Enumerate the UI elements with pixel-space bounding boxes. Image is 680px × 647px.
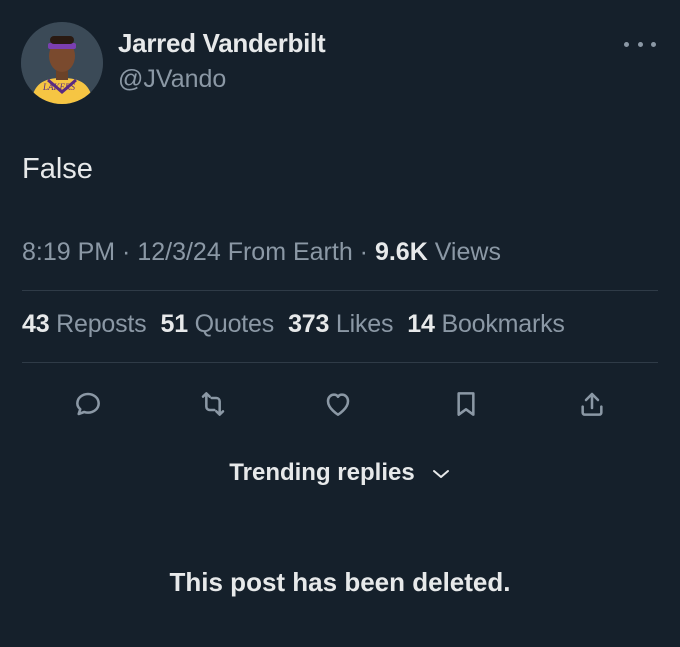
reposts-count: 43	[22, 310, 50, 338]
deleted-notice: This post has been deleted.	[169, 567, 511, 597]
post-date[interactable]: 12/3/24	[137, 238, 220, 266]
like-icon	[326, 393, 350, 416]
bookmark-button[interactable]	[446, 384, 486, 424]
bookmarks-stat[interactable]: 14 Bookmarks	[407, 310, 565, 339]
reply-button[interactable]	[68, 384, 108, 424]
likes-label: Likes	[329, 310, 394, 338]
post-location: From Earth	[220, 238, 353, 266]
quotes-count: 51	[160, 310, 188, 338]
avatar-jersey-text: LAKERS	[42, 82, 76, 92]
reply-icon	[76, 392, 100, 416]
trending-replies-dropdown[interactable]: Trending replies	[0, 459, 680, 487]
avatar[interactable]: LAKERS	[21, 22, 103, 104]
action-bar	[0, 384, 680, 424]
chevron-down-icon	[432, 469, 449, 478]
share-icon	[581, 392, 603, 416]
meta-separator: ·	[352, 238, 375, 266]
like-button[interactable]	[318, 384, 358, 424]
avatar-image: LAKERS	[21, 22, 103, 104]
repost-icon	[201, 392, 225, 416]
post-time[interactable]: 8:19 PM	[22, 238, 115, 266]
divider	[22, 290, 658, 291]
more-dot	[651, 41, 656, 47]
author-display-name[interactable]: Jarred Vanderbilt	[118, 28, 326, 59]
divider	[22, 362, 658, 363]
reposts-label: Reposts	[49, 310, 147, 338]
repost-button[interactable]	[193, 384, 233, 424]
reposts-stat[interactable]: 43 Reposts	[22, 310, 147, 339]
share-button[interactable]	[572, 384, 612, 424]
bookmark-icon	[457, 392, 475, 416]
views-count: 9.6K	[374, 238, 428, 266]
likes-count: 373	[288, 310, 330, 338]
post-meta: 8:19 PM · 12/3/24 From Earth · 9.6K View…	[22, 238, 501, 267]
author-handle[interactable]: @JVando	[118, 65, 226, 94]
trending-replies-label: Trending replies	[229, 459, 415, 486]
views-label: Views	[427, 238, 501, 266]
quotes-stat[interactable]: 51 Quotes	[160, 310, 274, 339]
likes-stat[interactable]: 373 Likes	[288, 310, 393, 339]
more-options-icon[interactable]	[624, 34, 656, 54]
more-dot	[637, 41, 643, 47]
meta-separator: ·	[115, 238, 138, 266]
engagement-stats: 43 Reposts 51 Quotes 373 Likes 14 Bookma…	[22, 310, 565, 339]
post-text: False	[22, 153, 93, 185]
bookmarks-label: Bookmarks	[434, 310, 565, 338]
more-dot	[624, 41, 629, 47]
quotes-label: Quotes	[187, 310, 275, 338]
bookmarks-count: 14	[407, 310, 435, 338]
